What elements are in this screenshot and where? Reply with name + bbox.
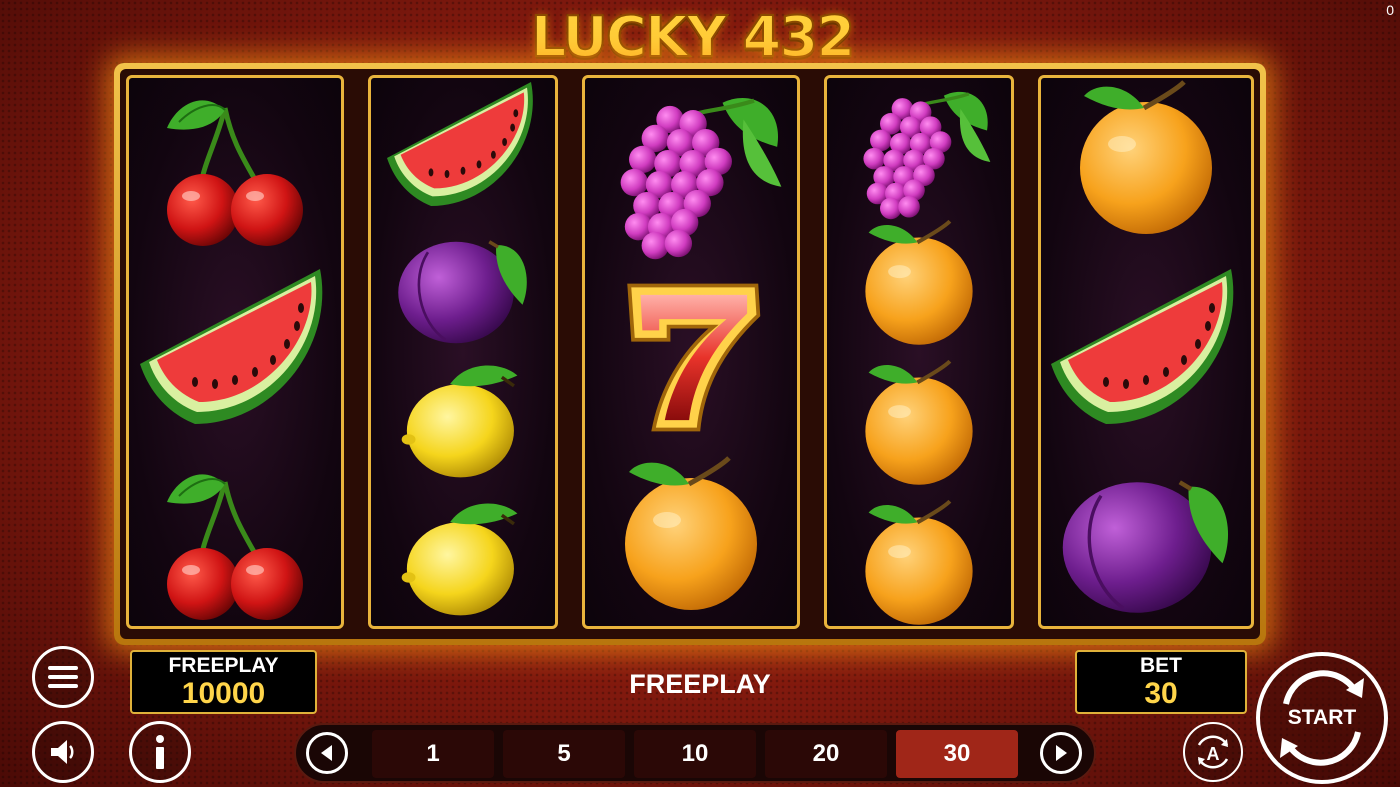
- cherry-symbol: [129, 462, 341, 622]
- orange-icon: [865, 219, 973, 345]
- balance-panel: FREEPLAY 10000: [130, 650, 317, 714]
- status-message: FREEPLAY: [629, 669, 771, 699]
- bet-option-30[interactable]: 30: [896, 730, 1018, 778]
- seven-symbol: [585, 278, 797, 437]
- start-label: START: [1287, 706, 1357, 729]
- grapes-symbol: [585, 88, 797, 267]
- orange-symbol: [1041, 78, 1251, 238]
- orange-symbol: [827, 498, 1011, 626]
- watermelon-icon: [140, 269, 323, 424]
- sound-button[interactable]: [32, 721, 94, 783]
- speaker-icon: [51, 740, 74, 764]
- reel-3: [582, 75, 800, 629]
- lemon-icon: [401, 365, 518, 478]
- bet-option-1[interactable]: 1: [372, 730, 494, 778]
- plum-symbol: [1041, 462, 1251, 620]
- watermelon-icon: [387, 82, 533, 206]
- autoplay-button[interactable]: A: [1183, 722, 1243, 782]
- seven-icon: [627, 283, 761, 432]
- arrow-right-icon: [1056, 745, 1067, 761]
- info-button[interactable]: [129, 721, 191, 783]
- bet-option-5[interactable]: 5: [503, 730, 625, 778]
- orange-icon: [625, 456, 757, 610]
- watermelon-symbol: [1041, 264, 1251, 434]
- corner-counter: 0: [1386, 2, 1394, 18]
- lemon-symbol: [371, 360, 555, 481]
- bet-panel: BET 30: [1075, 650, 1247, 714]
- plum-icon: [1062, 480, 1229, 613]
- reel-1: [126, 75, 344, 629]
- bet-next-button[interactable]: [1040, 732, 1082, 774]
- info-icon: [156, 735, 164, 769]
- arrow-left-icon: [321, 745, 332, 761]
- bet-value: 30: [1144, 677, 1178, 710]
- cherry-icon: [167, 474, 303, 620]
- bet-label: BET: [1140, 654, 1182, 677]
- watermelon-symbol: [129, 264, 341, 434]
- menu-button[interactable]: [32, 646, 94, 708]
- bet-option-20[interactable]: 20: [765, 730, 887, 778]
- orange-symbol: [827, 218, 1011, 348]
- orange-symbol: [827, 358, 1011, 488]
- orange-icon: [865, 499, 973, 625]
- grapes-icon: [620, 97, 782, 260]
- cherry-icon: [167, 100, 303, 246]
- plum-symbol: [371, 226, 555, 349]
- bet-selector: 1 5 10 20 30: [294, 723, 1096, 783]
- balance-value: 10000: [181, 677, 266, 710]
- watermelon-icon: [1051, 269, 1234, 424]
- cherry-symbol: [129, 88, 341, 248]
- autoplay-label: A: [1207, 744, 1220, 764]
- bet-prev-button[interactable]: [306, 732, 348, 774]
- hamburger-menu-icon: [48, 666, 78, 688]
- reel-4: [824, 75, 1014, 629]
- balance-label: FREEPLAY: [168, 654, 279, 677]
- start-button[interactable]: START: [1256, 652, 1388, 784]
- lemon-symbol: [371, 498, 555, 619]
- orange-symbol: [585, 454, 797, 614]
- plum-icon: [398, 240, 527, 344]
- reel-5: [1038, 75, 1254, 629]
- bet-option-10[interactable]: 10: [634, 730, 756, 778]
- orange-icon: [1080, 80, 1212, 234]
- game-title: LUCKY 432 WAYS: [530, 5, 857, 135]
- reel-2: [368, 75, 558, 629]
- reels-area: [120, 69, 1260, 639]
- watermelon-symbol: [371, 78, 555, 214]
- grapes-symbol: [827, 84, 1011, 225]
- autoplay-icon: A: [1197, 735, 1229, 769]
- reels-frame: [114, 63, 1266, 645]
- orange-icon: [865, 359, 973, 485]
- lemon-icon: [401, 503, 518, 616]
- grapes-icon: [863, 91, 991, 220]
